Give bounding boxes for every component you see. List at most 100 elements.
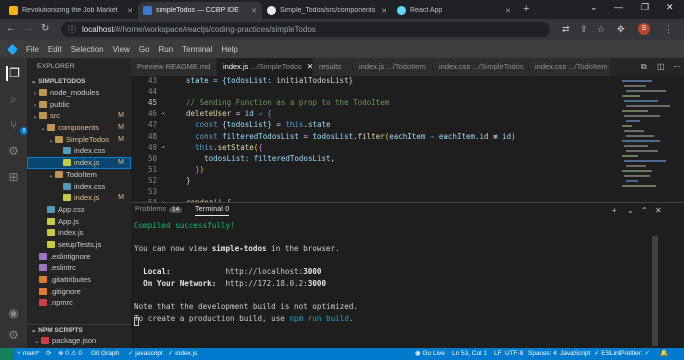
back-arrow-icon[interactable]: ← <box>6 23 16 34</box>
terminal-scrollbar[interactable] <box>652 236 658 346</box>
split-editor-icon[interactable]: ◫ <box>657 62 665 71</box>
minimap[interactable] <box>616 76 672 202</box>
open-changes-icon[interactable]: ⧉ <box>641 62 647 72</box>
file-tree-item[interactable]: ⌄ SimpleTodos M <box>27 134 131 146</box>
tab-terminal[interactable]: Terminal 0 <box>195 206 230 216</box>
bookmark-star-icon[interactable]: ☆ <box>597 24 605 35</box>
file-tree-item[interactable]: .npmrc <box>27 297 131 309</box>
file-tree-item[interactable]: .eslintrc <box>27 262 131 274</box>
language-mode-indicator[interactable]: ✓ javascript <box>128 348 163 360</box>
file-tree-item[interactable]: ⌄ components M <box>27 122 131 134</box>
indentation-indicator[interactable]: Spaces: 4 <box>528 348 557 360</box>
explorer-files-icon[interactable]: ❐ <box>6 66 21 81</box>
editor-tab-simpletodos-index-js[interactable]: index.js .../SimpleTodos ✕ <box>217 58 313 76</box>
close-tab-icon[interactable]: ✕ <box>505 7 511 15</box>
editor-tab-todoitem-index-css[interactable]: index.css .../TodoItem <box>529 58 611 76</box>
menu-edit[interactable]: Edit <box>48 45 62 54</box>
file-tree-item[interactable]: .eslintignore <box>27 251 131 263</box>
browser-menu-icon[interactable]: ⋮ <box>664 24 673 35</box>
tab-search-chevron-icon[interactable]: ⌄ <box>590 2 598 13</box>
menu-selection[interactable]: Selection <box>71 45 104 54</box>
cursor-position[interactable]: Ln 53, Col 1 <box>452 348 487 360</box>
remote-indicator[interactable] <box>0 348 13 360</box>
close-panel-icon[interactable]: ✕ <box>655 206 662 215</box>
git-graph-button[interactable]: Git Graph <box>91 348 119 360</box>
run-debug-icon[interactable]: ⚙ <box>6 144 21 159</box>
npm-package-json[interactable]: ⌄ package.json <box>27 335 131 347</box>
maximize-icon[interactable]: ❐ <box>641 2 649 13</box>
language-indicator[interactable]: JavaScript <box>560 348 590 360</box>
terminal-text: Local: <box>143 267 171 277</box>
encoding-indicator[interactable]: UTF-8 <box>505 348 523 360</box>
file-tree-item[interactable]: App.js <box>27 216 131 228</box>
new-tab-plus-icon[interactable]: + <box>523 3 529 15</box>
editor-tab-simpletodos-index-css[interactable]: index.css .../SimpleTodos <box>433 58 529 76</box>
file-tree-item[interactable]: .gitignore <box>27 286 131 298</box>
fold-chevron-icon[interactable]: ⌄ <box>161 109 166 116</box>
browser-tab-github[interactable]: Simple_Todos/src/components ✕ <box>262 2 392 19</box>
close-tab-icon[interactable]: ✕ <box>127 7 133 15</box>
profile-avatar[interactable]: S <box>638 23 650 35</box>
file-tree-item[interactable]: index.js <box>27 227 131 239</box>
problems-summary[interactable]: ⊗ 0 ⚠ 0 <box>58 348 82 360</box>
close-tab-icon[interactable]: ✕ <box>381 7 387 15</box>
more-actions-icon[interactable]: ⋯ <box>673 62 681 71</box>
close-tab-icon[interactable]: ✕ <box>251 7 257 15</box>
reload-icon[interactable]: ↻ <box>41 23 49 34</box>
editor-tab-readme-preview[interactable]: Preview README.md <box>131 58 217 76</box>
file-tree-item[interactable]: ⌄ src M <box>27 110 131 122</box>
share-icon[interactable]: ⇪ <box>580 24 588 35</box>
menu-view[interactable]: View <box>113 45 130 54</box>
browser-tab-ccbp-ide[interactable]: simpleTodos — CCBP IDE ✕ <box>138 2 262 19</box>
editor-tab-todoitem-index-js[interactable]: index.js .../TodoItem <box>353 58 433 76</box>
project-section-header[interactable]: ⌄ SIMPLETODOS <box>27 76 131 87</box>
file-tree-item[interactable]: App.css <box>27 204 131 216</box>
tab-problems[interactable]: Problems 14 <box>135 206 183 213</box>
browser-tab-job-market[interactable]: Revolutionizing the Job Market ✕ <box>4 2 138 19</box>
file-tree-item[interactable]: index.css <box>27 181 131 193</box>
git-branch[interactable]: ⑂ main* <box>17 348 39 360</box>
forward-arrow-icon[interactable]: → <box>23 23 33 34</box>
browser-tab-react-app[interactable]: React App ✕ <box>392 2 516 19</box>
npm-scripts-header[interactable]: ⌄ NPM SCRIPTS <box>27 324 131 335</box>
file-tree-item[interactable]: setupTests.js <box>27 239 131 251</box>
extensions-icon[interactable]: ⊞ <box>6 170 21 185</box>
menu-run[interactable]: Run <box>158 45 173 54</box>
fold-chevron-icon[interactable]: ⌄ <box>161 143 166 150</box>
site-info-icon[interactable]: ⓘ <box>68 24 76 35</box>
new-terminal-plus-icon[interactable]: + <box>612 206 617 215</box>
file-tree-item[interactable]: index.js M <box>27 157 131 169</box>
file-tree-item[interactable]: ⌄ TodoItem <box>27 169 131 181</box>
menu-file[interactable]: File <box>26 45 39 54</box>
eol-indicator[interactable]: LF <box>494 348 502 360</box>
source-control-icon[interactable]: ⑂ 9 <box>6 118 28 135</box>
search-icon[interactable]: ⌕ <box>6 92 21 107</box>
prettier-indicator[interactable]: Prettier: ✓ <box>620 348 650 360</box>
file-tree-item[interactable]: index.js M <box>27 192 131 204</box>
editor-tab-results[interactable]: results <box>313 58 353 76</box>
file-tree-item[interactable]: index.css <box>27 145 131 157</box>
maximize-panel-icon[interactable]: ⌃ <box>641 206 648 215</box>
code-editor[interactable]: 43 state = {todosList: initialTodosList}… <box>131 76 684 202</box>
file-tree-item[interactable]: .gitattributes <box>27 274 131 286</box>
close-window-icon[interactable]: ✕ <box>666 2 674 13</box>
notifications-bell-icon[interactable]: 🔔 <box>660 348 668 360</box>
address-bar[interactable]: ⓘ localhost /#/home/workspace/reactjs/co… <box>61 22 550 37</box>
menu-go[interactable]: Go <box>139 45 150 54</box>
file-tree-item[interactable]: › public <box>27 99 131 111</box>
browser-tab-strip: Revolutionizing the Job Market ✕ simpleT… <box>0 0 684 19</box>
menu-help[interactable]: Help <box>221 45 237 54</box>
minimize-icon[interactable]: — <box>614 2 623 12</box>
go-live-button[interactable]: ◉ Go Live <box>415 348 445 360</box>
eslint-indicator[interactable]: ✓ ESLint <box>594 348 620 360</box>
extensions-puzzle-icon[interactable]: ✥ <box>617 24 625 35</box>
manage-gear-icon[interactable]: ⚙ <box>6 328 21 343</box>
sync-icon[interactable]: ⟳ <box>46 348 51 360</box>
account-icon[interactable]: ◉ <box>6 306 21 321</box>
active-file-indicator[interactable]: ✓ index.js <box>168 348 197 360</box>
translate-icon[interactable]: ⇄ <box>562 24 570 35</box>
file-tree-item[interactable]: › node_modules <box>27 87 131 99</box>
menu-terminal[interactable]: Terminal <box>182 45 212 54</box>
terminal-dropdown-icon[interactable]: ⌄ <box>627 206 634 215</box>
editor-scrollbar[interactable] <box>674 76 682 202</box>
